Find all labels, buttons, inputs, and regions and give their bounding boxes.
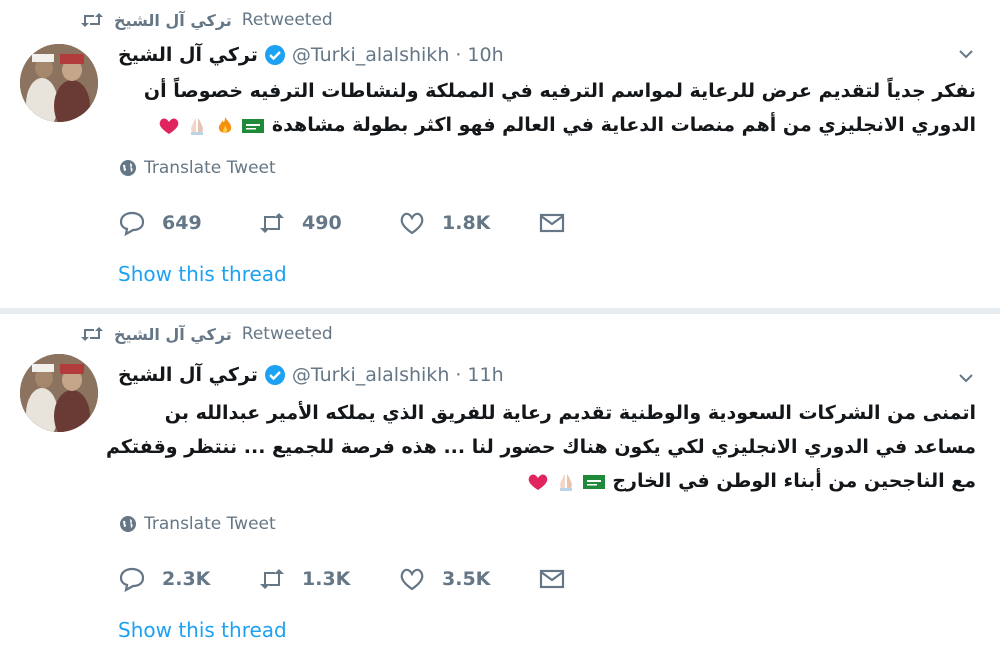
verified-badge-icon xyxy=(264,45,285,65)
reply-button[interactable]: 2.3K xyxy=(118,566,258,592)
retweet-count: 1.3K xyxy=(302,568,351,590)
tweet-text: نفكر جدياً لتقديم عرض للرعاية لمواسم الت… xyxy=(96,74,976,142)
retweet-icon xyxy=(260,569,284,589)
direct-message-button[interactable] xyxy=(538,210,678,236)
retweet-indicator: تركي آل الشيخ Retweeted xyxy=(80,322,333,346)
avatar[interactable] xyxy=(20,354,98,432)
show-thread-link[interactable]: Show this thread xyxy=(118,618,287,642)
avatar[interactable] xyxy=(20,44,98,122)
retweeter-name[interactable]: تركي آل الشيخ xyxy=(114,325,232,344)
translate-tweet-link[interactable]: Translate Tweet xyxy=(118,514,276,534)
retweeted-label: Retweeted xyxy=(241,10,333,30)
chevron-down-icon[interactable] xyxy=(958,48,974,60)
tweet-feed: تركي آل الشيخ Retweeted تركي آل الشيخ @T… xyxy=(0,0,1000,648)
tweet-actions: 2.3K 1.3K 3.5K xyxy=(118,566,678,592)
like-button[interactable]: 1.8K xyxy=(398,210,538,236)
emoji-group xyxy=(157,116,265,136)
emoji-group xyxy=(526,472,606,492)
translate-label[interactable]: Translate Tweet xyxy=(144,158,276,178)
verified-badge-icon xyxy=(264,365,285,385)
praying-hands-icon xyxy=(191,117,204,135)
translate-label[interactable]: Translate Tweet xyxy=(144,514,276,534)
timestamp[interactable]: 11h xyxy=(467,364,503,386)
tweet-header: تركي آل الشيخ @Turki_alalshikh · 11h xyxy=(118,362,504,388)
globe-icon xyxy=(120,160,136,176)
retweet-icon xyxy=(81,13,103,27)
tweet-body: نفكر جدياً لتقديم عرض للرعاية لمواسم الت… xyxy=(143,80,976,136)
saudi-flag-icon xyxy=(582,474,605,489)
translate-tweet-link[interactable]: Translate Tweet xyxy=(118,158,276,178)
author-handle[interactable]: @Turki_alalshikh xyxy=(292,364,449,386)
like-count: 1.8K xyxy=(442,212,491,234)
reply-count: 649 xyxy=(162,212,202,234)
globe-icon xyxy=(120,516,136,532)
reply-icon xyxy=(119,567,145,592)
tweet-card[interactable]: تركي آل الشيخ Retweeted تركي آل الشيخ @T… xyxy=(0,314,1000,648)
retweet-icon xyxy=(260,213,284,233)
saudi-flag-icon xyxy=(242,118,265,133)
like-count: 3.5K xyxy=(442,568,491,590)
heart-icon xyxy=(400,212,424,235)
author-name[interactable]: تركي آل الشيخ xyxy=(118,44,258,66)
heart-icon xyxy=(400,568,424,591)
retweeter-name[interactable]: تركي آل الشيخ xyxy=(114,11,232,30)
tweet-text: اتمنى من الشركات السعودية والوطنية تقديم… xyxy=(96,396,976,498)
envelope-icon xyxy=(539,569,565,589)
red-heart-icon xyxy=(159,118,179,134)
retweet-icon xyxy=(81,327,103,341)
reply-button[interactable]: 649 xyxy=(118,210,258,236)
tweet-actions: 649 490 1.8K xyxy=(118,210,678,236)
reply-icon xyxy=(119,211,145,236)
fire-icon xyxy=(219,116,232,133)
red-heart-icon xyxy=(528,474,548,490)
author-name[interactable]: تركي آل الشيخ xyxy=(118,364,258,386)
retweeted-label: Retweeted xyxy=(241,324,333,344)
chevron-down-icon[interactable] xyxy=(958,372,974,384)
like-button[interactable]: 3.5K xyxy=(398,566,538,592)
envelope-icon xyxy=(539,213,565,233)
praying-hands-icon xyxy=(559,473,572,491)
author-handle[interactable]: @Turki_alalshikh xyxy=(292,44,449,66)
separator-dot: · xyxy=(455,364,462,386)
retweet-button[interactable]: 490 xyxy=(258,210,398,236)
tweet-card[interactable]: تركي آل الشيخ Retweeted تركي آل الشيخ @T… xyxy=(0,0,1000,310)
reply-count: 2.3K xyxy=(162,568,211,590)
direct-message-button[interactable] xyxy=(538,566,678,592)
tweet-header: تركي آل الشيخ @Turki_alalshikh · 10h xyxy=(118,42,504,68)
retweet-count: 490 xyxy=(302,212,342,234)
separator-dot: · xyxy=(455,44,462,66)
retweet-indicator: تركي آل الشيخ Retweeted xyxy=(80,8,333,32)
retweet-button[interactable]: 1.3K xyxy=(258,566,398,592)
timestamp[interactable]: 10h xyxy=(467,44,503,66)
show-thread-link[interactable]: Show this thread xyxy=(118,262,287,286)
